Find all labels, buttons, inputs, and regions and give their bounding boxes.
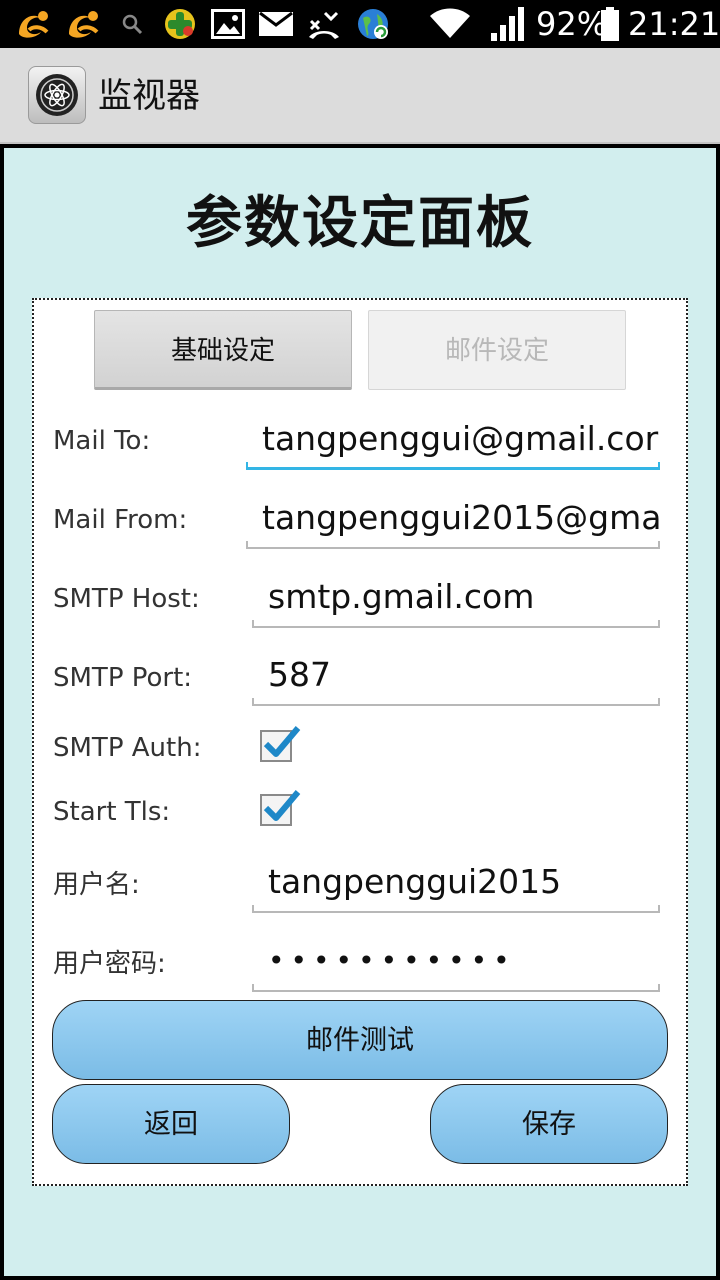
smtp-port-input[interactable] <box>252 646 660 702</box>
settings-panel: 参数设定面板 基础设定 邮件设定 Mail To: Mail From: SMT… <box>4 148 716 1276</box>
tab-basic-settings[interactable]: 基础设定 <box>94 310 352 390</box>
save-button[interactable]: 保存 <box>430 1084 668 1164</box>
search-icon <box>118 8 146 40</box>
smtp-auth-label: SMTP Auth: <box>53 733 202 763</box>
password-label: 用户密码: <box>53 949 166 979</box>
smtp-port-label: SMTP Port: <box>53 663 193 693</box>
mail-to-field[interactable] <box>246 410 660 474</box>
mail-from-input[interactable] <box>246 489 660 545</box>
signal-icon <box>490 7 526 41</box>
battery-percent: 92% <box>536 5 608 43</box>
app-logo-icon[interactable] <box>28 66 86 124</box>
smtp-host-field[interactable] <box>252 568 660 632</box>
mail-to-input[interactable] <box>246 410 660 466</box>
action-bar: 监视器 <box>0 48 720 144</box>
battery-icon <box>600 7 620 41</box>
game-app-icon <box>160 8 200 40</box>
smtp-host-label: SMTP Host: <box>53 584 200 614</box>
smtp-auth-checkbox[interactable] <box>260 726 301 762</box>
input-underline <box>252 905 660 913</box>
smtp-port-field[interactable] <box>252 646 660 710</box>
gallery-icon <box>210 8 246 40</box>
app-title: 监视器 <box>98 76 200 116</box>
mail-icon <box>258 8 294 40</box>
settings-form: 基础设定 邮件设定 Mail To: Mail From: SMTP Host:… <box>32 298 688 1186</box>
status-bar: 92% 21:21 <box>0 0 720 48</box>
start-tls-checkbox[interactable] <box>260 790 301 826</box>
password-field[interactable] <box>252 932 660 996</box>
uc-browser-icon <box>64 8 104 40</box>
username-field[interactable] <box>252 853 660 917</box>
wifi-icon <box>428 8 472 40</box>
content-area: 参数设定面板 基础设定 邮件设定 Mail To: Mail From: SMT… <box>0 144 720 1280</box>
input-underline <box>246 462 660 470</box>
start-tls-label: Start Tls: <box>53 797 171 827</box>
input-underline <box>252 620 660 628</box>
checkmark-icon <box>263 790 301 821</box>
back-button[interactable]: 返回 <box>52 1084 290 1164</box>
mail-test-button[interactable]: 邮件测试 <box>52 1000 668 1080</box>
globe-app-icon <box>354 8 392 40</box>
page-title: 参数设定面板 <box>186 191 534 256</box>
missed-call-icon <box>306 8 342 40</box>
password-input[interactable] <box>252 932 660 988</box>
mail-to-label: Mail To: <box>53 426 151 456</box>
mail-from-field[interactable] <box>246 489 660 553</box>
mail-from-label: Mail From: <box>53 505 188 535</box>
input-underline <box>252 698 660 706</box>
username-input[interactable] <box>252 853 660 909</box>
checkmark-icon <box>263 726 301 757</box>
uc-browser-icon <box>14 8 54 40</box>
tab-mail-settings[interactable]: 邮件设定 <box>368 310 626 390</box>
input-underline <box>252 984 660 992</box>
clock: 21:21 <box>628 5 720 43</box>
username-label: 用户名: <box>53 870 140 900</box>
smtp-host-input[interactable] <box>252 568 660 624</box>
input-underline <box>246 541 660 549</box>
